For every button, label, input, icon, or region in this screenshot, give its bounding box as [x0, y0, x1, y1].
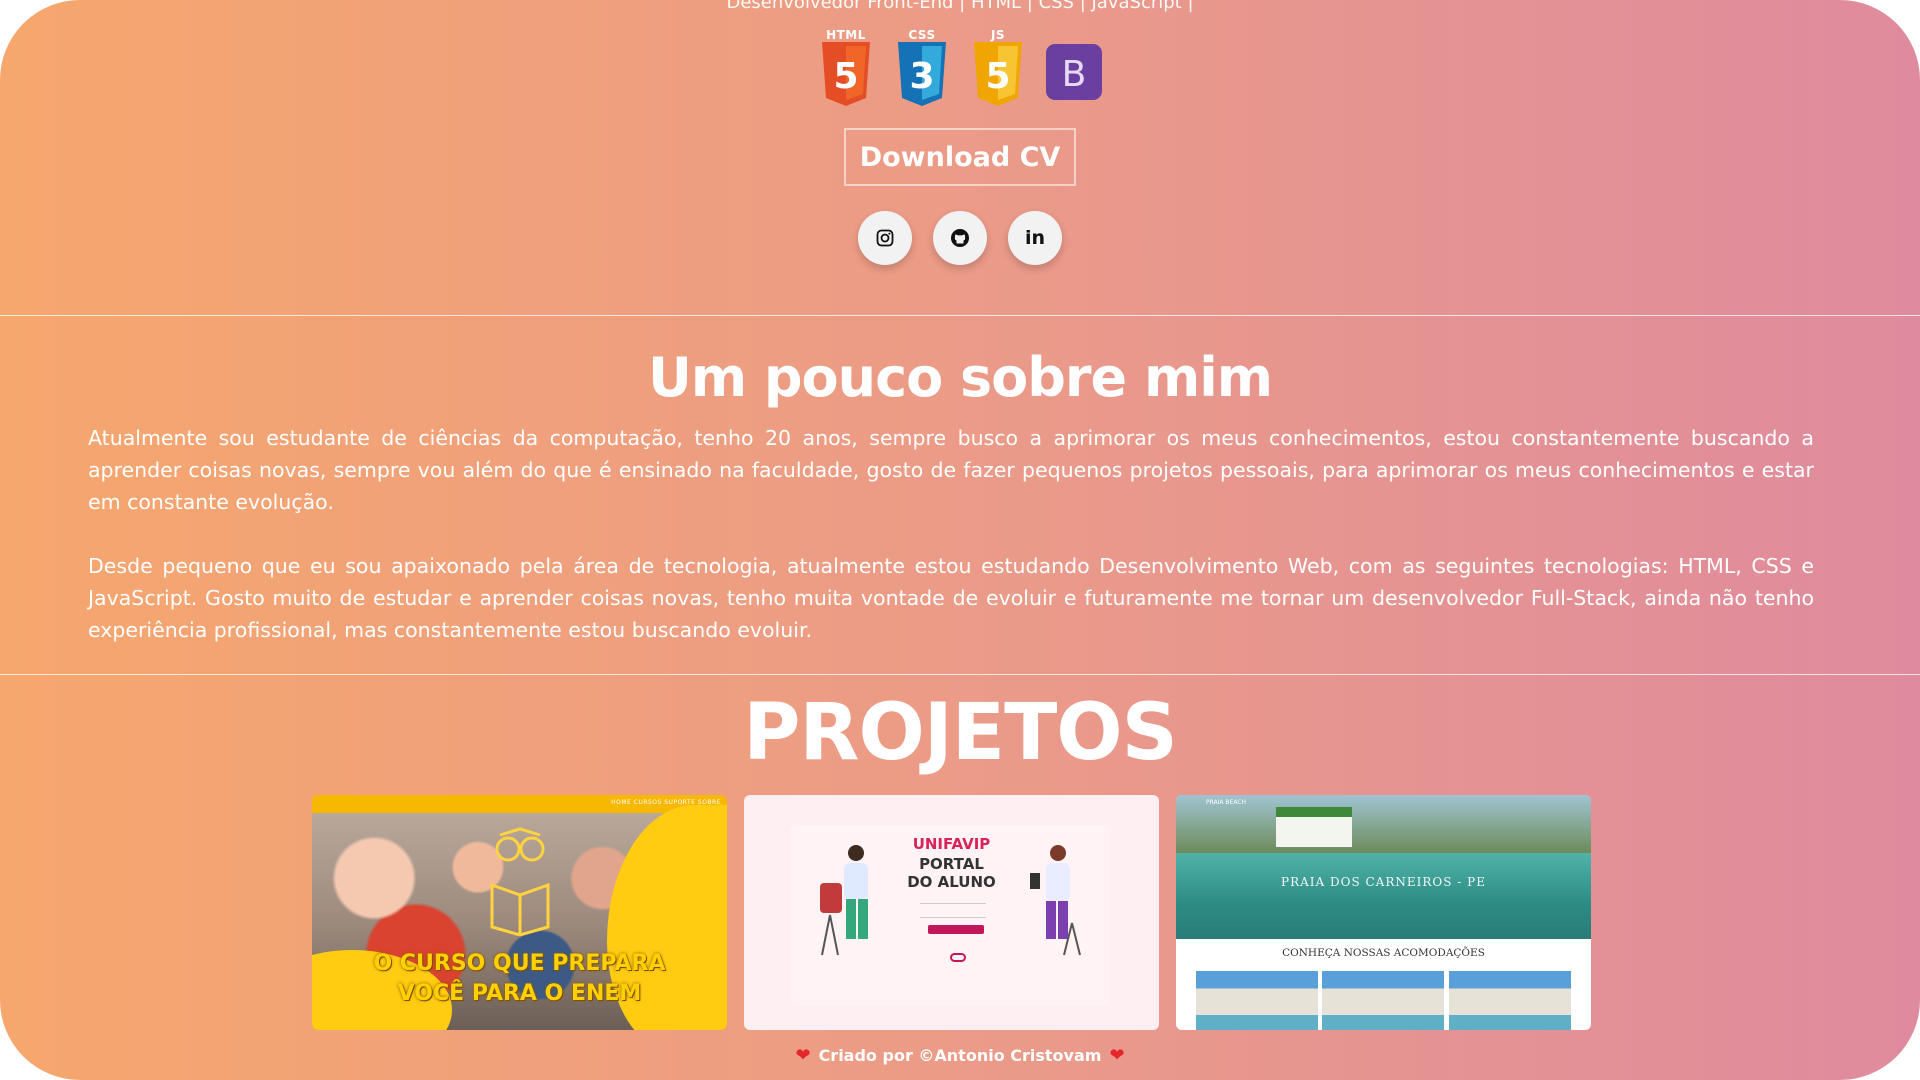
- section-divider: [0, 315, 1920, 316]
- accommodation-thumb: [1322, 971, 1444, 1030]
- github-icon: [951, 229, 969, 247]
- header-subtitle: Desenvolvedor Front-End | HTML | CSS | J…: [726, 0, 1194, 13]
- linkedin-icon: in: [1024, 227, 1046, 249]
- portal-title-2: DO ALUNO: [907, 873, 996, 891]
- unifavip-logo: UNIFAVIP: [912, 835, 991, 853]
- church-building: [1276, 807, 1352, 847]
- js-label: JS: [990, 28, 1006, 42]
- project-card-portal-aluno[interactable]: UNIFAVIP PORTAL DO ALUNO: [744, 795, 1159, 1030]
- html-label: HTML: [826, 28, 866, 42]
- download-cv-button[interactable]: Download CV: [844, 128, 1076, 186]
- theme-toggle: [950, 953, 966, 962]
- bootstrap-icon: B: [1046, 28, 1102, 108]
- praia-brand: PRAIA BEACH: [1206, 799, 1247, 806]
- bootstrap-glyph: B: [1062, 54, 1087, 95]
- section-divider: [0, 674, 1920, 675]
- portfolio-page: Desenvolvedor Front-End | HTML | CSS | J…: [0, 0, 1920, 1080]
- projects-grid: HOME CURSOS SUPORTE SOBRE O CURSO QUE PR…: [312, 795, 1591, 1030]
- beach-sea: [1176, 853, 1591, 939]
- css3-icon: 3 CSS: [894, 28, 950, 108]
- linkedin-button[interactable]: in: [1008, 211, 1062, 265]
- portal-title-1: PORTAL: [919, 855, 984, 873]
- enem-headline-1: O CURSO QUE PREPARA: [373, 951, 666, 976]
- about-paragraph-2: Desde pequeno que eu sou apaixonado pela…: [88, 554, 1814, 642]
- about-title: Um pouco sobre mim: [647, 346, 1273, 409]
- about-paragraph-1: Atualmente sou estudante de ciências da …: [88, 426, 1814, 514]
- js-glyph: 5: [985, 56, 1010, 97]
- footer: ❤ Criado por ©Antonio Cristovam ❤: [0, 1045, 1920, 1066]
- footer-text: Criado por ©Antonio Cristovam: [818, 1046, 1102, 1065]
- css-label: CSS: [908, 28, 936, 42]
- project-card-praia[interactable]: PRAIA BEACH PRAIA DOS CARNEIROS - PE CON…: [1176, 795, 1591, 1030]
- instagram-button[interactable]: [858, 211, 912, 265]
- praia-section-title: CONHEÇA NOSSAS ACOMODAÇÕES: [1282, 947, 1485, 959]
- tech-icons-row: 5 HTML 3 CSS 5 JS B: [0, 28, 1920, 108]
- social-links: in: [0, 211, 1920, 265]
- owl-book-icon: [490, 827, 550, 937]
- praia-title: PRAIA DOS CARNEIROS - PE: [1281, 875, 1486, 889]
- javascript-icon: 5 JS: [970, 28, 1026, 108]
- github-button[interactable]: [933, 211, 987, 265]
- accommodation-thumb: [1196, 971, 1318, 1030]
- login-button: [928, 925, 984, 934]
- heart-icon: ❤: [795, 1045, 811, 1066]
- download-wrap: Download CV: [0, 128, 1920, 186]
- accommodation-thumb: [1449, 971, 1571, 1030]
- css3-glyph: 3: [909, 56, 934, 97]
- html5-glyph: 5: [833, 56, 858, 97]
- html5-icon: 5 HTML: [818, 28, 874, 108]
- instagram-icon: [876, 229, 894, 247]
- password-field: [920, 911, 986, 918]
- enem-headline-2: VOCÊ PARA O ENEM: [397, 981, 642, 1006]
- project-card-enem[interactable]: HOME CURSOS SUPORTE SOBRE O CURSO QUE PR…: [312, 795, 727, 1030]
- projects-title: PROJETOS: [743, 688, 1178, 778]
- heart-icon: ❤: [1109, 1045, 1125, 1066]
- login-field: [920, 897, 986, 904]
